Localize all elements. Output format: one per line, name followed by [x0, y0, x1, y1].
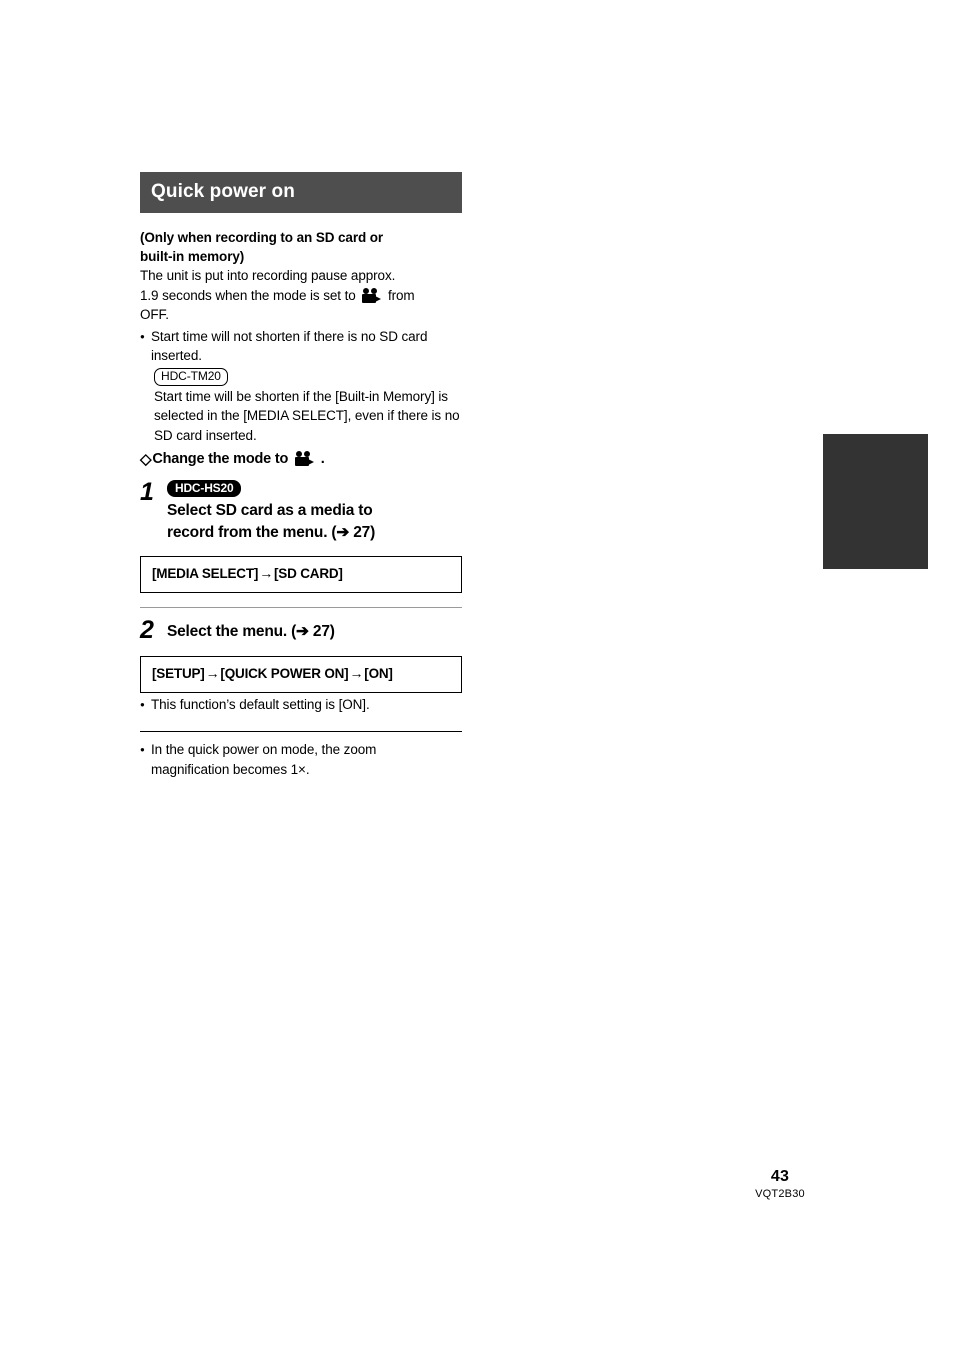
menu-path-item: [QUICK POWER ON] [220, 665, 349, 681]
model-note-tm20: HDC-TM20 Start time will be shorten if t… [154, 367, 464, 446]
step-2-number: 2 [140, 615, 154, 644]
step-2-body: Select the menu. (➔ 27) [167, 616, 464, 644]
model-note-tm20-text: Start time will be shorten if the [Built… [154, 388, 460, 443]
menu-path-item: [SETUP] [152, 665, 205, 681]
bullet-dot-icon [140, 695, 151, 717]
step-1-title: Select SD card as a media to record from… [167, 500, 464, 544]
footnote-line-2: magnification becomes 1×. [151, 761, 310, 777]
step-1-body: HDC-HS20 Select SD card as a media to re… [167, 478, 464, 543]
bullet-no-sd-card-text: Start time will not shorten if there is … [151, 328, 428, 364]
chapter-side-tab [823, 434, 928, 569]
model-badge-hdc-tm20: HDC-TM20 [154, 367, 228, 386]
arrow-right-icon: → [205, 664, 220, 681]
intro-body-line-1: The unit is put into recording pause app… [140, 268, 396, 283]
section-header-bar: Quick power on [140, 172, 462, 213]
footnote-line-1: In the quick power on mode, the zoom [151, 742, 377, 757]
page-content-column: Quick power on (Only when recording to a… [140, 172, 464, 779]
intro-body-line-2-pre: 1.9 seconds when the mode is set to [140, 287, 356, 303]
menu-path-item: [SD CARD] [274, 565, 343, 581]
menu-path-item: [MEDIA SELECT] [152, 565, 259, 581]
change-mode-period: . [320, 451, 325, 468]
bullet-default-setting: This function’s default setting is [ON]. [140, 695, 464, 717]
intro-bold-line-1: (Only when recording to an SD card or [140, 230, 384, 245]
menu-path-item: [ON] [364, 665, 393, 681]
divider-light [140, 606, 462, 608]
document-page: Quick power on (Only when recording to a… [0, 0, 954, 1348]
intro-body-line-3: OFF. [140, 307, 169, 322]
video-camera-mode-icon [362, 287, 382, 303]
step-1-number: 1 [140, 478, 154, 507]
intro-bold-line-2: built-in memory) [140, 249, 245, 264]
bullet-dot-icon [140, 327, 151, 366]
diamond-bullet-icon: ◇ [140, 451, 152, 469]
change-mode-heading: ◇ Change the mode to . [140, 449, 464, 470]
arrow-right-icon: → [349, 664, 364, 681]
step-1: 1 HDC-HS20 Select SD card as a media to … [140, 478, 464, 543]
step-2-title: Select the menu. (➔ 27) [167, 622, 335, 640]
intro-body-line-2-post: from [387, 287, 415, 303]
video-camera-mode-icon [294, 451, 314, 467]
step-1-title-line-1: Select SD card as a media to [167, 501, 373, 519]
step-2: 2 Select the menu. (➔ 27) [140, 616, 464, 644]
page-footer: 43 VQT2B30 [700, 1168, 860, 1201]
bullet-zoom-magnification: In the quick power on mode, the zoom mag… [140, 740, 464, 779]
intro-bold-paragraph: (Only when recording to an SD card or bu… [140, 228, 464, 266]
arrow-right-icon: → [259, 564, 274, 581]
bullet-zoom-magnification-text: In the quick power on mode, the zoom mag… [151, 740, 464, 779]
bullet-no-sd-card: Start time will not shorten if there is … [140, 327, 464, 366]
document-code: VQT2B30 [755, 1188, 805, 1200]
menu-path-box-media-select: [MEDIA SELECT]→[SD CARD] [140, 555, 462, 593]
change-mode-heading-text: Change the mode to . [152, 449, 325, 470]
badge-line-hs20: HDC-HS20 [167, 479, 464, 497]
menu-path-box-quick-power-on: [SETUP]→[QUICK POWER ON]→[ON] [140, 655, 462, 693]
intro-body-paragraph: The unit is put into recording pause app… [140, 266, 464, 325]
bullet-default-setting-text: This function’s default setting is [ON]. [151, 696, 370, 712]
bullet-dot-icon [140, 740, 151, 779]
model-badge-hdc-hs20: HDC-HS20 [167, 479, 242, 497]
page-number: 43 [770, 1168, 790, 1185]
change-mode-label: Change the mode to [152, 451, 289, 468]
step-1-title-line-2: record from the menu. (➔ 27) [167, 523, 376, 541]
badge-line-tm20: HDC-TM20 [154, 367, 464, 386]
